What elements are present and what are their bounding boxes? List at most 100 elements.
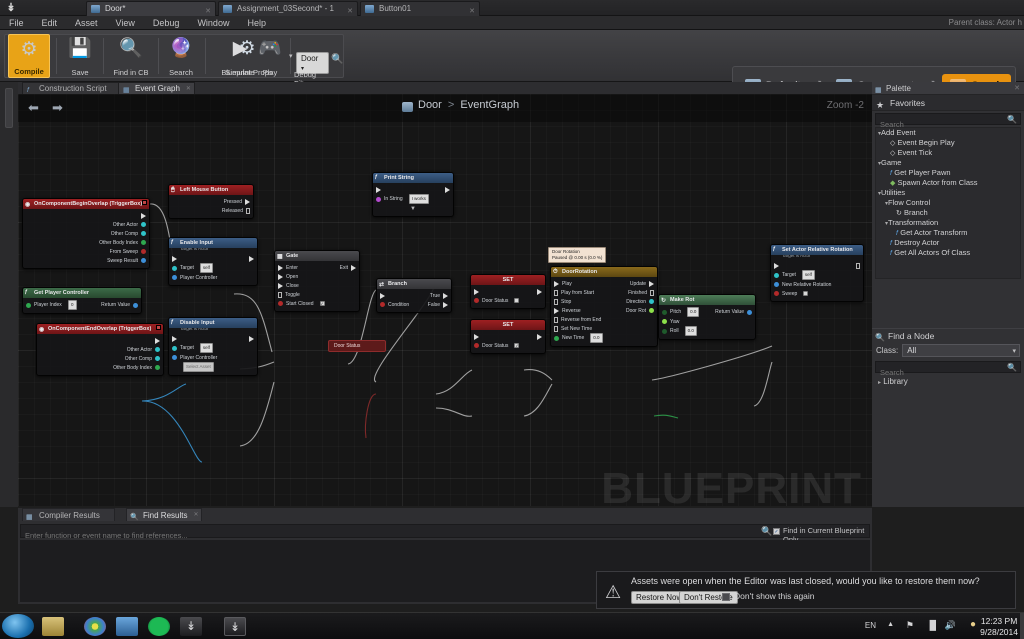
true-pin[interactable] <box>443 293 448 299</box>
palette-item-event-begin-play[interactable]: ◇ Event Begin Play <box>876 138 1020 148</box>
palette-item-get-all-actors-of-class[interactable]: 𝑓 Get All Actors Of Class <box>876 248 1020 258</box>
close-icon[interactable]: ✕ <box>193 509 198 522</box>
door-rot-pin[interactable] <box>649 308 654 313</box>
search-icon[interactable]: 🔍 <box>761 526 772 537</box>
node-left-mouse-button[interactable]: 🖱 Left Mouse Button Pressed Released <box>168 184 254 219</box>
false-pin[interactable] <box>443 302 448 308</box>
door-status-comment[interactable]: Door Status <box>328 340 386 352</box>
controller-asset-value[interactable]: Select Asset <box>183 362 214 372</box>
flag-icon[interactable]: ⚑ <box>906 620 914 631</box>
start-closed-checkbox[interactable]: ✓ <box>320 301 325 306</box>
exec-out-pin[interactable] <box>141 213 146 219</box>
exec-out-pin[interactable] <box>445 187 450 193</box>
pitch-value[interactable]: 0.0 <box>687 307 699 317</box>
node-set-actor-relative-rotation[interactable]: 𝑓 Set Actor Relative Rotation Target is … <box>770 244 864 302</box>
find-current-blueprint-checkbox[interactable]: ✓ <box>773 528 780 535</box>
palette-tree[interactable]: ▾Add Event ◇ Event Begin Play ◇ Event Ti… <box>875 127 1021 279</box>
exit-pin[interactable] <box>351 265 356 271</box>
door-status-checkbox[interactable] <box>514 298 519 303</box>
palette-item-get-player-pawn[interactable]: 𝑓 Get Player Pawn <box>876 168 1020 178</box>
palette-item-add-event[interactable]: ▾Add Event <box>876 128 1020 138</box>
close-icon[interactable]: ✕ <box>1014 82 1020 95</box>
player-index-value[interactable]: 0 <box>68 300 77 310</box>
palette-item-spawn-actor-from-class[interactable]: ◆ Spawn Actor from Class <box>876 178 1020 188</box>
find-references-bar[interactable]: 🔍 ✓ Find in Current Blueprint Only <box>20 524 870 538</box>
menu-help[interactable]: Help <box>238 16 275 30</box>
menu-window[interactable]: Window <box>188 16 238 30</box>
taskbar-explorer-icon[interactable] <box>42 617 64 636</box>
palette-item-get-actor-transform[interactable]: 𝑓 Get Actor Transform <box>876 228 1020 238</box>
exec-out-pin[interactable] <box>249 336 254 342</box>
menu-asset[interactable]: Asset <box>66 16 107 30</box>
target-value[interactable]: self <box>802 270 815 280</box>
node-on-component-end-overlap[interactable]: ◉ OnComponentEndOverlap (TriggerBox) Oth… <box>36 323 164 376</box>
exec-in-pin[interactable] <box>172 256 177 262</box>
tab-construction-script[interactable]: 𝑓 Construction Script <box>22 82 122 94</box>
exec-in-pin[interactable] <box>474 289 479 295</box>
door-status-checkbox[interactable]: ✓ <box>514 343 519 348</box>
language-indicator[interactable]: EN <box>865 621 876 630</box>
delegate-pin[interactable] <box>142 200 147 205</box>
tab-find-results[interactable]: 🔍 Find Results ✕ <box>126 508 202 521</box>
palette-header[interactable]: ▦ Palette ✕ <box>872 82 1024 95</box>
save-button[interactable]: 💾 Save <box>60 34 100 78</box>
dont-show-again-checkbox[interactable] <box>722 593 730 601</box>
menu-debug[interactable]: Debug <box>144 16 189 30</box>
other-body-index-pin[interactable] <box>155 365 160 370</box>
show-desktop-button[interactable] <box>1020 613 1024 639</box>
menu-edit[interactable]: Edit <box>33 16 67 30</box>
exec-in-pin[interactable] <box>774 263 779 269</box>
menu-file[interactable]: File <box>0 16 33 30</box>
exec-in-pin[interactable] <box>474 334 479 340</box>
network-signal-icon[interactable]: █ <box>930 620 936 630</box>
palette-item-event-tick[interactable]: ◇ Event Tick <box>876 148 1020 158</box>
search-button[interactable]: 🔮 Search <box>160 34 202 78</box>
search-icon[interactable]: 🔍 <box>1007 115 1017 124</box>
palette-item-game[interactable]: ▾Game <box>876 158 1020 168</box>
find-node-search[interactable]: 🔍 <box>875 361 1021 373</box>
find-a-node-header[interactable]: 🔍 Find a Node <box>872 328 1024 342</box>
return-value-pin[interactable] <box>747 310 752 315</box>
taskbar-chrome-icon[interactable] <box>84 617 106 636</box>
node-timeline-door-rotation[interactable]: ⏱ DoorRotation Play Update Play from Sta… <box>550 266 658 347</box>
taskbar-media-icon[interactable] <box>116 617 138 636</box>
exec-out-pin[interactable] <box>155 338 160 344</box>
start-button[interactable] <box>2 614 34 638</box>
node-set-door-status-true[interactable]: SET Door Status <box>470 274 546 309</box>
palette-item-utilities[interactable]: ▾Utilities <box>876 188 1020 198</box>
palette-favorites-row[interactable]: ★ Favorites <box>872 95 1024 111</box>
pressed-exec-pin[interactable] <box>245 199 250 205</box>
nav-forward-button[interactable]: ➡ <box>52 100 63 116</box>
node-get-player-controller[interactable]: 𝑓 Get Player Controller Player Index 0 R… <box>22 287 142 314</box>
new-time-value[interactable]: 0.0 <box>590 333 602 343</box>
target-value[interactable]: self <box>200 343 213 353</box>
taskbar-unreal-icon[interactable]: ↡ <box>180 617 202 636</box>
roll-value[interactable]: 0.0 <box>685 326 697 336</box>
from-sweep-pin[interactable] <box>141 249 146 254</box>
sweep-checkbox[interactable] <box>803 291 808 296</box>
menu-view[interactable]: View <box>107 16 144 30</box>
exec-out-pin[interactable] <box>856 263 860 269</box>
taskbar-unreal-editor-icon[interactable]: ↡ <box>224 617 246 636</box>
exec-out-pin[interactable] <box>249 256 254 262</box>
search-icon[interactable]: 🔍 <box>1007 363 1017 372</box>
window-tab-door[interactable]: Door* ✕ <box>86 1 216 16</box>
debug-filter-search-icon[interactable]: 🔍 <box>331 54 343 65</box>
find-in-cb-button[interactable]: 🔍 Find in CB <box>106 34 156 78</box>
other-actor-pin[interactable] <box>141 222 146 227</box>
other-actor-pin[interactable] <box>155 347 160 352</box>
sun-icon[interactable]: ● <box>970 619 976 630</box>
tab-compiler-results[interactable]: ▦ Compiler Results <box>22 508 115 521</box>
other-comp-pin[interactable] <box>141 231 146 236</box>
update-pin[interactable] <box>649 281 654 287</box>
exec-in-pin[interactable] <box>376 187 381 193</box>
node-branch[interactable]: ⇄ Branch True Condition False <box>376 278 452 313</box>
node-on-component-begin-overlap[interactable]: ◉ OnComponentBeginOverlap (TriggerBox) O… <box>22 198 150 269</box>
other-body-index-pin[interactable] <box>141 240 146 245</box>
node-set-door-status-false[interactable]: SET Door Status ✓ <box>470 319 546 354</box>
volume-icon[interactable]: 🔊 <box>945 620 956 631</box>
find-node-search-input[interactable] <box>876 368 1020 378</box>
breadcrumb-root[interactable]: Door <box>418 99 442 111</box>
node-print-string[interactable]: 𝑓 Print String In String I works ▼ <box>372 172 454 217</box>
palette-item-branch[interactable]: ↻ Branch <box>876 208 1020 218</box>
